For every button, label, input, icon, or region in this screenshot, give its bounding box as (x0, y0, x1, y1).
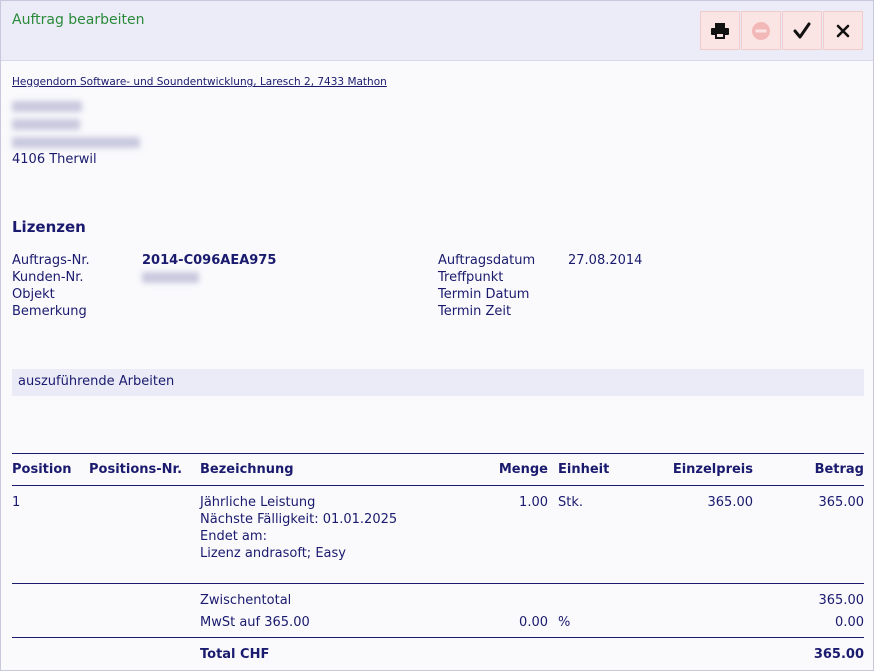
print-button[interactable] (700, 11, 740, 50)
dialog-title: Auftrag bearbeiten (12, 12, 145, 28)
subtotal-rule (12, 583, 864, 584)
vat-amount: 0.00 (835, 615, 864, 630)
order-date-label: Auftragsdatum (438, 253, 536, 268)
row-position: 1 (12, 495, 21, 510)
company-address-link[interactable]: Heggendorn Software- und Soundentwicklun… (12, 76, 387, 88)
order-date-value: 27.08.2014 (568, 253, 643, 268)
confirm-button[interactable] (782, 11, 822, 50)
delete-button[interactable] (741, 11, 781, 50)
row-description-line: Jährliche Leistung (200, 495, 316, 510)
vat-label: MwSt auf 365.00 (200, 615, 310, 630)
recipient-city: 4106 Therwil (12, 152, 97, 167)
vat-rate: 0.00 (519, 615, 548, 630)
no-entry-icon (752, 21, 770, 40)
work-section-label: auszuführende Arbeiten (18, 374, 175, 389)
appointment-time-label: Termin Zeit (438, 304, 512, 319)
col-header-unit: Einheit (558, 462, 610, 477)
close-button[interactable] (823, 11, 863, 50)
row-unit-price: 365.00 (707, 495, 754, 510)
order-no-label: Auftrags-Nr. (12, 253, 90, 268)
appointment-date-label: Termin Datum (438, 287, 530, 302)
total-amount: 365.00 (813, 647, 864, 662)
vat-unit: % (558, 615, 571, 630)
object-label: Objekt (12, 287, 55, 302)
redacted-recipient-line (12, 101, 82, 112)
col-header-amount: Betrag (814, 462, 864, 477)
customer-no-label: Kunden-Nr. (12, 270, 84, 285)
row-amount: 365.00 (818, 495, 865, 510)
row-description-line: Lizenz andrasoft; Easy (200, 546, 346, 561)
row-unit: Stk. (558, 495, 584, 510)
subtotal-label: Zwischentotal (200, 593, 292, 608)
close-icon (836, 24, 850, 37)
col-header-quantity: Menge (498, 462, 548, 477)
order-edit-dialog: Auftrag bearbeiten Heggendorn Software- … (0, 0, 874, 671)
row-description-line: Endet am: (200, 529, 267, 544)
col-header-unit-price: Einzelpreis (672, 462, 753, 477)
redacted-customer-no (142, 272, 199, 283)
row-description-line: Nächste Fälligkeit: 01.01.2025 (200, 512, 398, 527)
table-top-rule (12, 453, 864, 454)
remark-label: Bemerkung (12, 304, 87, 319)
dialog-header: Auftrag bearbeiten (1, 1, 873, 61)
section-title: Lizenzen (12, 218, 86, 236)
row-quantity: 1.00 (519, 495, 548, 510)
total-label: Total CHF (200, 647, 270, 662)
checkmark-icon (793, 22, 811, 38)
subtotal-amount: 365.00 (818, 593, 865, 608)
redacted-recipient-line (12, 137, 140, 148)
table-header-rule (12, 485, 864, 486)
toolbar (700, 11, 863, 50)
col-header-position-no: Positions-Nr. (89, 462, 183, 477)
col-header-description: Bezeichnung (200, 462, 294, 477)
total-rule (12, 637, 864, 638)
order-no-value: 2014-C096AEA975 (142, 253, 277, 268)
redacted-recipient-line (12, 119, 80, 130)
print-icon (711, 22, 729, 39)
meeting-point-label: Treffpunkt (438, 270, 504, 285)
col-header-position: Position (12, 462, 72, 477)
work-section-band: auszuführende Arbeiten (12, 369, 864, 396)
